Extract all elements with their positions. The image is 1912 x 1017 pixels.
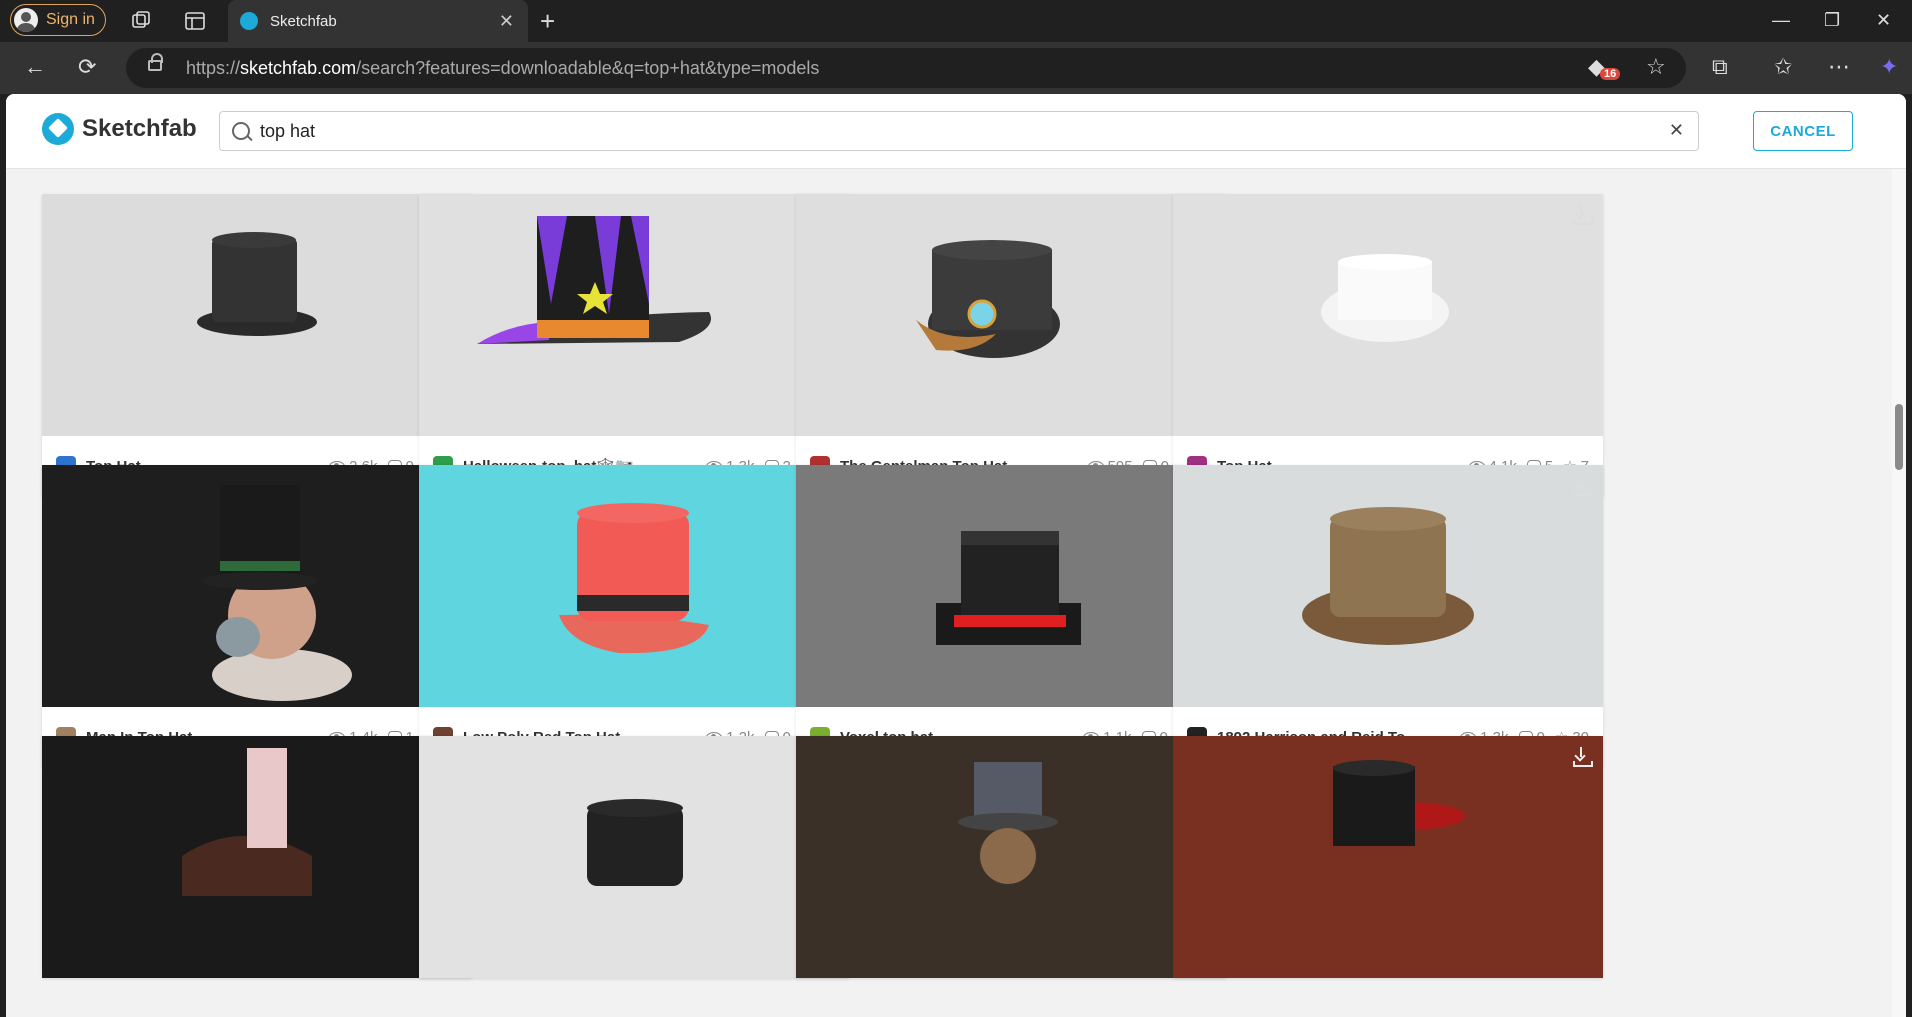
sketchfab-logo-icon [42,113,74,145]
model-thumbnail[interactable] [796,465,1226,707]
model-thumbnail[interactable] [42,736,472,978]
model-preview-image [936,531,1081,645]
model-thumbnail[interactable] [419,194,849,436]
model-preview-image [1333,760,1465,846]
minimize-icon[interactable]: — [1772,10,1790,31]
model-preview-image [182,748,312,896]
back-icon[interactable]: ← [24,54,46,80]
sketchfab-page: Sketchfab top hat ✕ CANCEL Top Hat1.7k0☆… [6,94,1906,1017]
workspaces-icon[interactable] [130,10,152,32]
model-card[interactable]: Halloween-top_hat🕸️📷1.3k2☆31 [419,194,849,496]
clear-search-icon[interactable]: ✕ [1669,120,1684,141]
url-path: /search?features=downloadable&q=top+hat&… [356,57,820,78]
search-field[interactable]: top hat ✕ [219,111,1699,151]
url-domain: sketchfab.com [240,57,357,78]
site-header: Sketchfab top hat ✕ CANCEL [6,94,1906,169]
download-icon[interactable] [1571,746,1593,767]
tab-close-icon[interactable]: ✕ [499,11,514,32]
sketchfab-favicon-icon [240,12,258,30]
address-input[interactable]: https://sketchfab.com/search?features=do… [126,48,1686,88]
model-preview-image [958,762,1058,884]
logo-text: Sketchfab [82,115,197,142]
download-icon[interactable] [1571,204,1593,225]
model-preview-image [197,232,317,336]
tab-sketchfab[interactable]: Sketchfab ✕ [228,0,528,42]
window-close-icon[interactable]: ✕ [1876,10,1891,31]
sign-in-button[interactable]: Sign in [10,4,106,36]
model-card[interactable]: The Gentelman Top Hat5950☆11 [796,194,1226,496]
profile-icon [14,8,38,32]
model-preview-image [1302,507,1474,645]
extensions-puzzle-icon[interactable]: ⧉ [1712,54,1728,80]
model-preview-image [202,485,352,701]
model-preview-image [587,799,683,886]
model-thumbnail[interactable] [1173,194,1603,436]
copilot-icon[interactable]: ✦ [1880,54,1898,80]
new-tab-icon[interactable]: + [540,6,555,37]
model-card[interactable] [419,736,849,978]
model-card[interactable]: Man In Top Hat1.4k1☆21 [42,465,472,767]
lock-icon [148,53,163,71]
model-preview-image [916,240,1060,358]
favorites-icon[interactable]: ✩ [1774,54,1792,80]
cancel-button[interactable]: CANCEL [1753,111,1853,151]
vertical-tabs-icon[interactable] [184,10,206,32]
model-preview-image [1321,254,1449,342]
extension-badge: 16 [1600,68,1621,80]
sign-in-label: Sign in [46,11,95,28]
model-card[interactable]: $Top Hat2.6k0☆10 [42,194,472,496]
search-input[interactable]: top hat [260,121,315,142]
model-thumbnail[interactable]: $ [42,194,472,436]
restore-icon[interactable]: ❐ [1824,10,1840,31]
more-menu-icon[interactable]: ⋯ [1828,54,1850,80]
model-card[interactable]: 1892 Harrison and Reid To...1.3k0☆30 [1173,465,1603,767]
model-preview-image [559,503,709,654]
browser-tabstrip: Sign in Sketchfab ✕ + — ❐ ✕ [0,0,1912,42]
model-card[interactable]: Top Hat4.1k5☆7 [1173,194,1603,496]
model-card[interactable]: Voxel top hat1.1k0☆14 [796,465,1226,767]
search-icon [232,122,250,140]
model-thumbnail[interactable] [419,736,849,978]
model-thumbnail[interactable] [1173,736,1603,978]
refresh-icon[interactable]: ⟳ [78,54,96,80]
download-icon[interactable] [1571,475,1593,496]
page-scrollbar[interactable] [1892,168,1906,1017]
model-card[interactable] [796,736,1226,978]
address-toolbar: ← ⟳ https://sketchfab.com/search?feature… [0,42,1912,94]
sketchfab-logo[interactable]: Sketchfab [42,113,197,145]
url-prefix: https:// [186,57,241,78]
favorite-star-icon[interactable]: ☆ [1646,54,1666,80]
model-card[interactable]: Low Poly Red Top Hat1.2k0☆12 [419,465,849,767]
model-card[interactable] [42,736,472,978]
model-thumbnail[interactable] [42,465,472,707]
model-thumbnail[interactable] [1173,465,1603,707]
model-thumbnail[interactable] [796,194,1226,436]
model-thumbnail[interactable] [796,736,1226,978]
model-thumbnail[interactable] [419,465,849,707]
model-card[interactable] [1173,736,1603,978]
tab-title: Sketchfab [270,12,337,30]
model-preview-image [477,216,711,344]
scrollbar-thumb[interactable] [1895,404,1903,470]
